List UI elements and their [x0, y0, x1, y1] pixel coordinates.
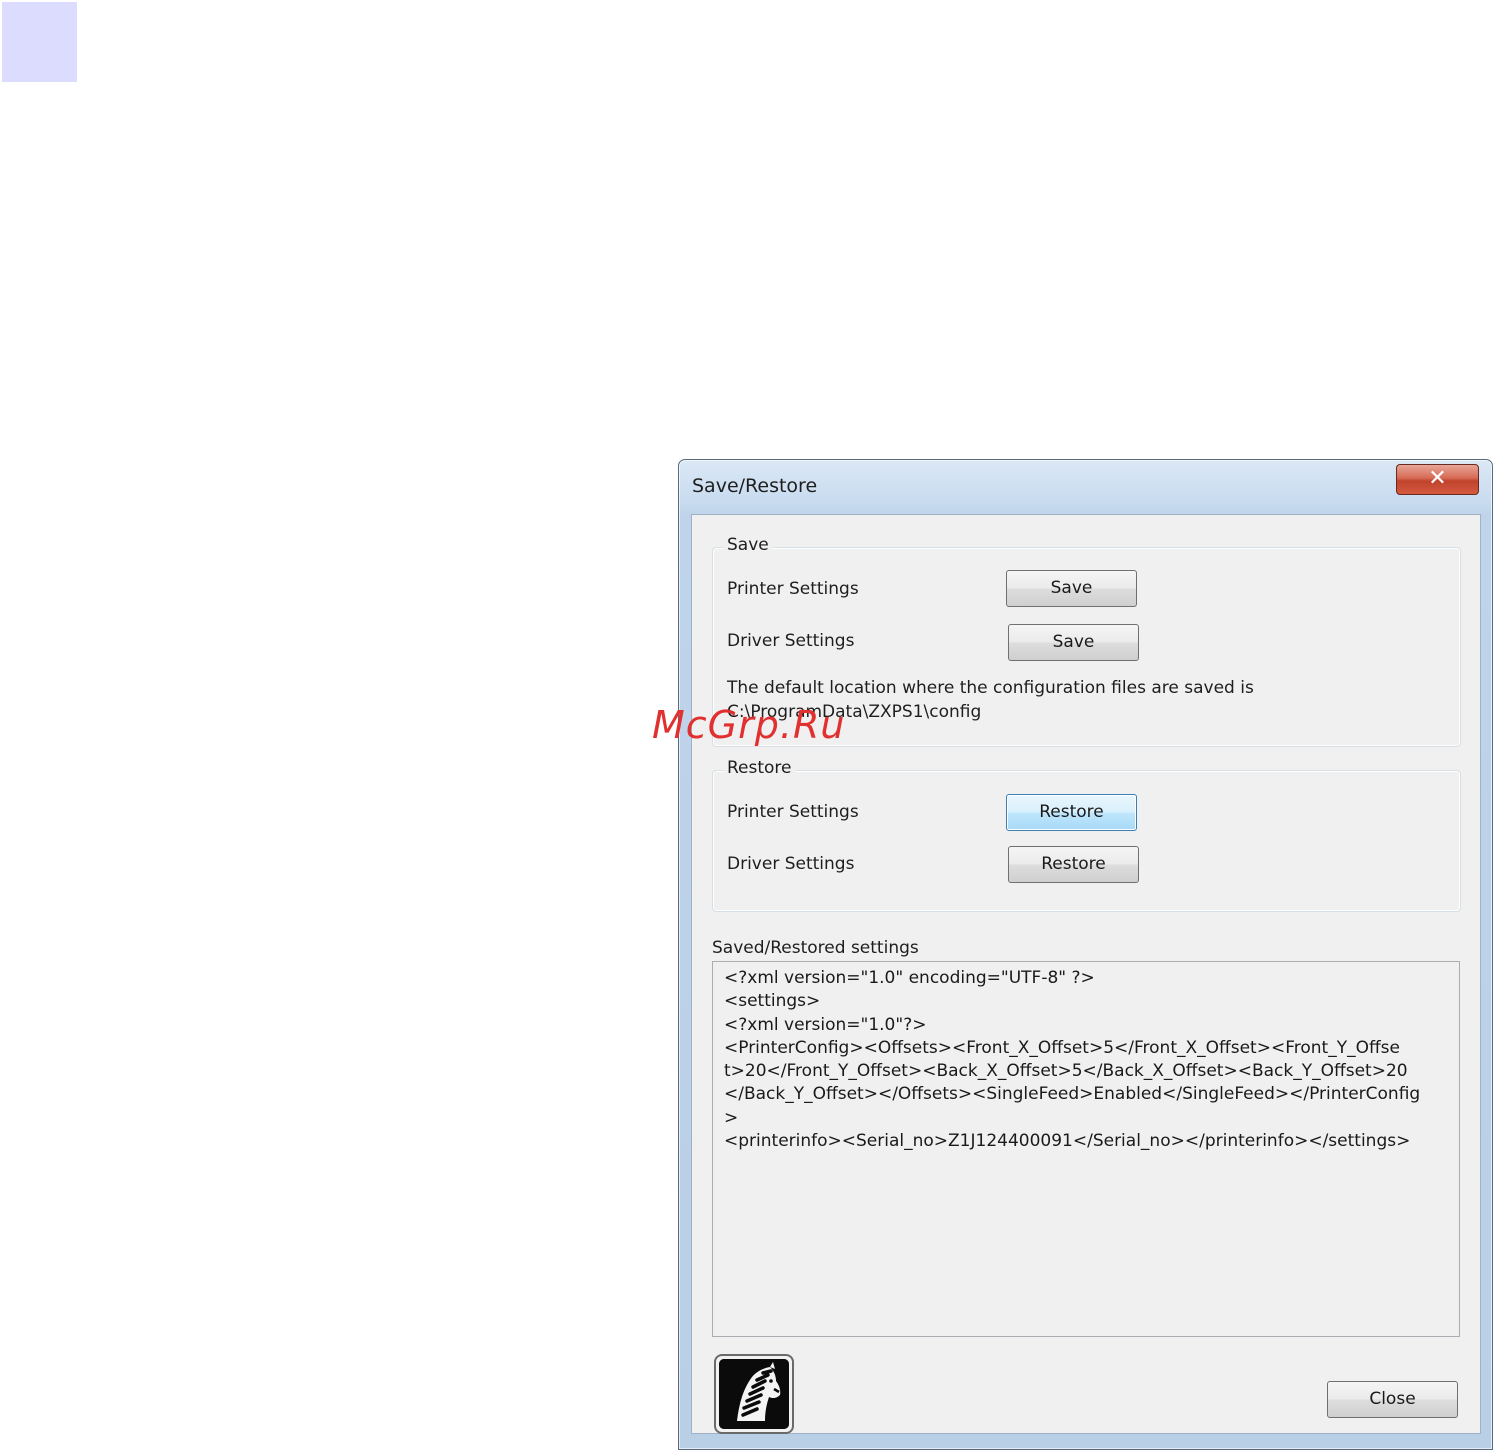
corner-color-block — [2, 2, 77, 82]
save-printer-settings-label: Printer Settings — [727, 579, 859, 599]
settings-output-textbox[interactable]: <?xml version="1.0" encoding="UTF-8" ?> … — [712, 961, 1460, 1337]
settings-line: </Back_Y_Offset></Offsets><SingleFeed>En… — [724, 1084, 1421, 1105]
close-icon[interactable]: ✕ — [1396, 464, 1479, 495]
settings-line: > — [724, 1107, 739, 1128]
restore-driver-settings-button[interactable]: Restore — [1008, 846, 1139, 883]
default-location-note: The default location where the configura… — [727, 678, 1254, 698]
settings-line: <?xml version="1.0"?> — [724, 1014, 927, 1035]
save-printer-settings-button[interactable]: Save — [1006, 570, 1137, 607]
restore-printer-settings-button[interactable]: Restore — [1006, 794, 1137, 831]
watermark-text: McGrp.Ru — [652, 703, 846, 747]
save-restore-dialog: Save/Restore ✕ Save Printer Settings Sav… — [678, 459, 1493, 1450]
saved-restored-settings-label: Saved/Restored settings — [712, 938, 919, 958]
settings-line: <?xml version="1.0" encoding="UTF-8" ?> — [724, 968, 1095, 988]
dialog-client-area: Save Printer Settings Save Driver Settin… — [691, 514, 1481, 1434]
dialog-title: Save/Restore — [692, 475, 818, 497]
restore-printer-settings-label: Printer Settings — [727, 802, 859, 822]
settings-line: <printerinfo><Serial_no>Z1J124400091</Se… — [724, 1131, 1411, 1152]
settings-line: <settings> — [724, 991, 821, 1012]
settings-line: t>20</Front_Y_Offset><Back_X_Offset>5</B… — [724, 1061, 1408, 1082]
zebra-head-graphic — [719, 1359, 789, 1429]
save-group-legend: Save — [723, 535, 773, 555]
close-button[interactable]: Close — [1327, 1381, 1458, 1418]
zebra-logo-icon — [714, 1354, 794, 1434]
restore-group-legend: Restore — [723, 758, 796, 778]
settings-line: <PrinterConfig><Offsets><Front_X_Offset>… — [724, 1037, 1400, 1058]
save-driver-settings-label: Driver Settings — [727, 631, 855, 651]
save-driver-settings-button[interactable]: Save — [1008, 624, 1139, 661]
restore-groupbox: Restore Printer Settings Restore Driver … — [712, 758, 1461, 912]
restore-driver-settings-label: Driver Settings — [727, 854, 855, 874]
